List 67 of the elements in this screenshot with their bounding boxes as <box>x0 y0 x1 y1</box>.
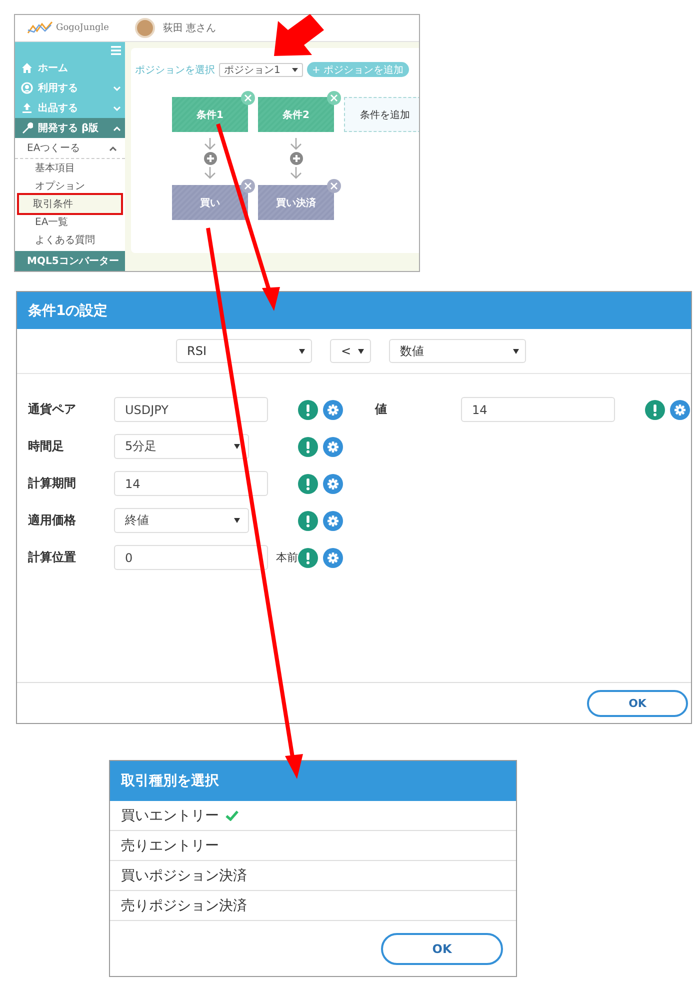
select-field[interactable]: 終値 <box>114 508 249 533</box>
input-field[interactable]: 14 <box>461 397 615 422</box>
arrow-down-icon <box>290 138 302 150</box>
field-label: ポジションを選択 <box>135 64 215 76</box>
settings-icon[interactable] <box>323 510 343 530</box>
settings-icon[interactable] <box>323 548 343 568</box>
operator-select[interactable]: < <box>330 339 371 363</box>
logo-text: GogoJungle <box>56 23 109 33</box>
ok-button[interactable]: OK <box>587 690 688 716</box>
pointer-arrow <box>274 14 324 56</box>
dialog-title: 条件1の設定 <box>17 292 691 329</box>
field-label: 通貨ペア <box>28 401 77 418</box>
field-label: 計算期間 <box>28 475 77 492</box>
field-label: 計算位置 <box>28 549 77 566</box>
info-icon[interactable] <box>645 400 665 420</box>
info-icon[interactable] <box>298 510 318 530</box>
option-item[interactable]: 買いポジション決済 <box>110 861 516 891</box>
sidebar-item[interactable]: よくある質問 <box>15 231 125 249</box>
settings-icon[interactable] <box>323 400 343 420</box>
dialog-title: 取引種別を選択 <box>110 761 516 801</box>
field-label: 値 <box>375 401 388 418</box>
arrow-down-icon <box>290 167 302 179</box>
field-label: 適用価格 <box>28 512 77 529</box>
settings-icon[interactable] <box>670 400 690 420</box>
sidebar-item[interactable]: 基本項目 <box>15 159 125 177</box>
select-field[interactable]: 5分足 <box>114 434 249 459</box>
home-icon <box>21 62 33 74</box>
menu-icon[interactable] <box>111 46 121 54</box>
chevron-up-icon[interactable] <box>109 146 117 150</box>
close-icon[interactable] <box>241 91 255 105</box>
field-label: 時間足 <box>28 438 65 455</box>
close-icon[interactable] <box>327 179 341 193</box>
option-item[interactable]: 売りエントリー <box>110 831 516 861</box>
add-condition-block[interactable]: 条件を追加 <box>344 97 419 132</box>
settings-icon[interactable] <box>323 474 343 494</box>
compare-select[interactable]: 数値 <box>389 339 526 363</box>
input-field[interactable]: USDJPY <box>114 397 268 422</box>
logo-icon <box>27 21 53 35</box>
plus-icon[interactable] <box>204 152 216 165</box>
arrow-down-icon <box>204 167 216 179</box>
chevron-down-icon[interactable] <box>113 106 121 110</box>
sidebar-item[interactable]: EA一覧 <box>15 213 125 231</box>
plus-icon[interactable] <box>290 152 302 165</box>
info-icon[interactable] <box>298 436 318 456</box>
user-name: 荻田 恵さん <box>162 22 216 35</box>
sidebar-item[interactable]: MQL5コンバーター <box>15 251 125 271</box>
input-field[interactable]: 14 <box>114 471 268 496</box>
info-icon[interactable] <box>298 474 318 494</box>
user-icon <box>21 82 33 94</box>
chevron-down-icon[interactable] <box>113 86 121 90</box>
arrow-down-icon <box>204 138 216 150</box>
close-icon[interactable] <box>241 179 255 193</box>
unit-label: 本前 <box>275 550 298 565</box>
info-icon[interactable] <box>298 548 318 568</box>
sidebar-item[interactable]: オプション <box>15 177 125 195</box>
option-item[interactable]: 売りポジション決済 <box>110 891 516 921</box>
ok-button[interactable]: OK <box>381 932 503 964</box>
avatar <box>134 18 155 38</box>
position-select[interactable]: ポジション1 <box>219 62 303 76</box>
indicator-select[interactable]: RSI <box>176 339 312 363</box>
upload-icon <box>21 102 33 114</box>
input-field[interactable]: 0 <box>114 545 268 570</box>
info-icon[interactable] <box>298 400 318 420</box>
sidebar-item[interactable]: 開発する β版 <box>15 118 125 138</box>
close-icon[interactable] <box>327 91 341 105</box>
sidebar-item[interactable]: 取引条件 <box>19 195 121 213</box>
settings-icon[interactable] <box>323 436 343 456</box>
